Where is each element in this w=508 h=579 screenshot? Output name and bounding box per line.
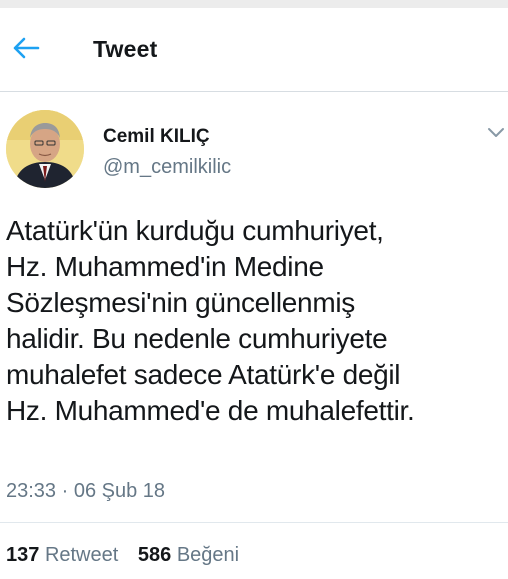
retweets-stat[interactable]: 137 Retweet	[6, 544, 118, 567]
likes-label: Beğeni	[176, 544, 240, 566]
page-title: Tweet	[93, 36, 158, 62]
back-arrow-icon	[13, 37, 40, 59]
likes-count: 586	[137, 544, 172, 566]
chevron-down-icon	[488, 128, 504, 137]
retweets-count: 137	[6, 544, 40, 566]
status-bar-strip	[0, 0, 508, 8]
tweet-header: Tweet	[0, 8, 508, 92]
more-options-button[interactable]	[484, 122, 508, 142]
tweet-stats: 137 Retweet 586 Beğeni	[6, 544, 239, 567]
tweet-text: Atatürk'ün kurduğu cumhuriyet, Hz. Muham…	[6, 215, 415, 426]
retweets-label: Retweet	[44, 544, 119, 566]
back-button[interactable]	[8, 30, 44, 66]
author-handle[interactable]: @m_cemilkilic	[103, 156, 231, 179]
avatar[interactable]	[6, 110, 84, 188]
author-name[interactable]: Cemil KILIÇ	[103, 126, 210, 148]
tweet-timestamp: 23:33 · 06 Şub 18	[6, 480, 166, 502]
divider	[0, 522, 508, 523]
likes-stat[interactable]: 586 Beğeni	[138, 544, 239, 567]
